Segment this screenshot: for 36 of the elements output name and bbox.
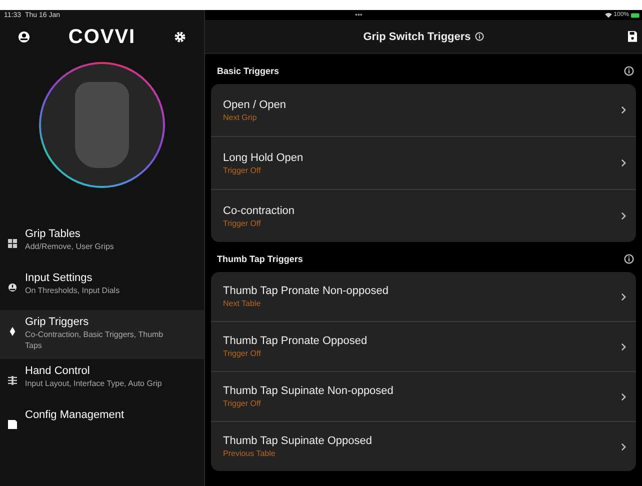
sidebar-item[interactable]: Grip Triggers Co-Contraction, Basic Triggers, Thumb Taps (0, 310, 204, 359)
trigger-row[interactable]: Long Hold Open Trigger Off (211, 137, 636, 190)
wifi-icon (604, 12, 612, 18)
info-icon[interactable] (624, 254, 634, 264)
info-icon[interactable] (624, 66, 634, 76)
account-icon[interactable] (18, 31, 30, 43)
trigger-row[interactable]: Open / Open Next Grip (211, 84, 636, 137)
chevron-right-icon (621, 106, 626, 114)
section-title: Basic Triggers (217, 66, 280, 76)
sliders-icon (8, 376, 17, 385)
sidebar-item[interactable]: Hand Control Input Layout, Interface Type, Auto Grip (0, 359, 204, 403)
sidebar-item[interactable]: Grip Tables Add/Remove, User Grips (0, 222, 204, 266)
chevron-right-icon (621, 159, 626, 167)
diamond-icon (8, 327, 17, 336)
save-icon (8, 420, 17, 429)
trigger-row[interactable]: Co-contraction Trigger Off (211, 190, 636, 242)
settings-icon[interactable] (174, 31, 186, 43)
trigger-row[interactable]: Thumb Tap Pronate Opposed Trigger Off (211, 322, 636, 372)
grid-icon (8, 239, 17, 248)
chevron-right-icon (621, 342, 626, 350)
page-title: Grip Switch Triggers (363, 30, 471, 42)
save-icon[interactable] (628, 31, 637, 42)
chevron-right-icon (621, 292, 626, 300)
logo: COVVI (68, 26, 136, 48)
chevron-right-icon (621, 212, 626, 220)
trigger-row[interactable]: Thumb Tap Supinate Opposed Previous Table (211, 422, 636, 471)
trigger-row[interactable]: Thumb Tap Supinate Non-opposed Trigger Off (211, 372, 636, 422)
battery-icon (631, 12, 640, 18)
sidebar-item[interactable]: Input Settings On Thresholds, Input Dials (0, 266, 204, 310)
sidebar-item[interactable]: Config Management (0, 403, 204, 447)
chevron-right-icon (621, 442, 626, 450)
trigger-row[interactable]: Thumb Tap Pronate Non-opposed Next Table (211, 272, 636, 322)
info-icon[interactable] (474, 32, 484, 41)
gauge-icon (8, 283, 17, 292)
section-title: Thumb Tap Triggers (217, 254, 303, 264)
chevron-right-icon (621, 392, 626, 400)
